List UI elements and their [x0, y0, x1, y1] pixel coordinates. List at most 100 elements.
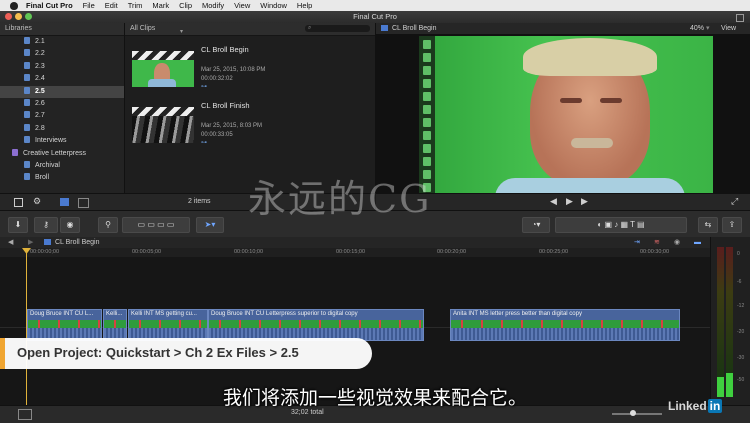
color-balance-button[interactable]: ◉	[60, 217, 80, 233]
clip-filter-menu[interactable]: All Clips	[130, 25, 155, 32]
library-item[interactable]: 2.2	[0, 48, 124, 60]
keyword-icon: ⊶	[201, 140, 207, 146]
clip-item-broll-finish[interactable]: CL Broll Finish Mar 25, 2015, 8:03 PM 00…	[132, 97, 372, 147]
zoom-slider-knob[interactable]	[630, 410, 636, 416]
menu-clip[interactable]: Clip	[179, 1, 192, 10]
timeline-clip[interactable]: Doug Bruce INT CU L...	[27, 309, 102, 341]
edit-tools-group[interactable]: ▭ ▭ ▭ ▭	[122, 217, 190, 233]
minimize-window-button[interactable]	[15, 13, 22, 20]
menu-edit[interactable]: Edit	[105, 1, 118, 10]
library-item-label: 2.6	[35, 99, 45, 107]
share-icon[interactable]: ⇪	[722, 217, 742, 233]
library-item[interactable]: Interviews	[0, 135, 124, 147]
back-arrow-icon[interactable]: ◀	[8, 237, 13, 248]
forward-arrow-icon[interactable]: ▶	[28, 237, 33, 248]
background-tasks-icon[interactable]: ⇆	[698, 217, 718, 233]
menu-window[interactable]: Window	[260, 1, 287, 10]
close-window-button[interactable]	[5, 13, 12, 20]
ruler-tick-label: 00:00:10;00	[234, 249, 264, 255]
clip-filmstrip	[104, 320, 126, 328]
viewer-header: CL Broll Begin 40% ▾ View	[376, 23, 750, 34]
library-item[interactable]: 2.6	[0, 98, 124, 110]
library-item[interactable]: Broll	[0, 172, 124, 184]
library-item[interactable]: 2.3	[0, 61, 124, 73]
previous-frame-icon[interactable]: ◀	[550, 196, 557, 207]
keyword-icon: ⊶	[201, 84, 207, 90]
menu-trim[interactable]: Trim	[128, 1, 143, 10]
media-browser-group[interactable]: ◐ ▣ ♪ ▦ T ▤	[555, 217, 687, 233]
brand-in-badge: in	[707, 399, 723, 413]
fullscreen-icon[interactable]	[736, 14, 744, 22]
library-icon[interactable]	[14, 198, 23, 207]
list-view-icon[interactable]	[78, 198, 89, 208]
menu-mark[interactable]: Mark	[152, 1, 169, 10]
select-tool-button[interactable]: ➤▾	[196, 217, 224, 233]
next-frame-icon[interactable]: ▶	[581, 196, 588, 207]
menu-help[interactable]: Help	[297, 1, 312, 10]
zoom-level[interactable]: 40%	[690, 23, 704, 34]
event-icon	[24, 86, 30, 94]
solo-icon[interactable]: ◉	[674, 237, 680, 248]
clip-appearance-icon[interactable]: ▬	[694, 237, 701, 248]
meter-scale-label: 0	[737, 251, 740, 257]
ruler-tick-label: 00:00:00;00	[30, 249, 60, 255]
meter-left	[717, 247, 724, 397]
menu-modify[interactable]: Modify	[202, 1, 224, 10]
audio-skimming-icon[interactable]: ≋	[654, 237, 660, 248]
play-icon[interactable]: ▶	[566, 196, 573, 207]
window-title-bar: Final Cut Pro	[0, 11, 750, 23]
library-item-label: 2.3	[35, 62, 45, 70]
timeline-clip[interactable]: Kelli INT MS getting cu...	[128, 309, 208, 341]
keyword-editor-button[interactable]: ⚷	[34, 217, 58, 233]
clip-duration: 00:00:33:05	[201, 132, 233, 138]
timeline-clip[interactable]: Doug Bruce INT CU Letterpress superior t…	[208, 309, 424, 341]
library-item-label: Broll	[35, 174, 50, 182]
timeline-clip-label: Anita INT MS letter press better than di…	[453, 311, 582, 317]
view-menu[interactable]: View	[721, 23, 736, 34]
fullscreen-playback-icon[interactable]: ⤢	[731, 196, 738, 207]
search-field[interactable]: ⌕	[305, 25, 370, 32]
apple-icon[interactable]	[10, 1, 18, 10]
menu-view[interactable]: View	[234, 1, 250, 10]
library-item[interactable]: 2.7	[0, 110, 124, 122]
gear-icon[interactable]: ⚙	[33, 196, 41, 207]
library-item[interactable]: 2.8	[0, 123, 124, 135]
retime-button[interactable]: ◔▾	[522, 217, 550, 233]
window-title: Final Cut Pro	[353, 12, 397, 21]
library-item[interactable]: 2.4	[0, 73, 124, 85]
filmstrip-view-icon[interactable]	[60, 198, 69, 206]
audio-meters: 0 -6 -12 -20 -30 -50	[710, 237, 750, 405]
clip-item-broll-begin[interactable]: CL Broll Begin Mar 25, 2015, 10:08 PM 00…	[132, 41, 372, 91]
library-item-label: Interviews	[35, 137, 67, 145]
timeline-index-icon[interactable]	[18, 409, 32, 420]
library-item[interactable]: 2.1	[0, 36, 124, 48]
viewer-panel: CL Broll Begin 40% ▾ View	[376, 23, 750, 194]
event-icon	[24, 37, 30, 44]
playhead[interactable]	[26, 248, 27, 405]
libraries-list: 2.1 2.2 2.3 2.4 2.5 2.6 2.7 2.8 Interviews Creati…	[0, 36, 124, 185]
clapper-icon	[132, 51, 194, 60]
filter-chevron-icon[interactable]: ▾	[180, 26, 183, 38]
library-item[interactable]: 2.5	[0, 85, 124, 98]
timeline-clip-label: Doug Bruce INT CU L...	[30, 311, 94, 317]
clip-icon	[381, 25, 388, 31]
library-item[interactable]: Creative Letterpress	[0, 148, 124, 160]
library-icon	[12, 148, 18, 156]
zoom-window-button[interactable]	[25, 13, 32, 20]
menu-bar: Final Cut Pro File Edit Trim Mark Clip M…	[0, 0, 750, 11]
audition-button[interactable]: ⚲	[98, 217, 118, 233]
library-item-label: 2.7	[35, 112, 45, 120]
zoom-chevron-icon[interactable]: ▾	[706, 23, 710, 34]
menu-file[interactable]: File	[83, 1, 95, 10]
library-item-label: Archival	[35, 161, 60, 169]
import-icon[interactable]: ⬇	[8, 217, 28, 233]
library-item[interactable]: Archival	[0, 160, 124, 172]
timeline-ruler[interactable]: 00:00:00;00 00:00:05;00 00:00:10;00 00:00:1…	[0, 248, 710, 257]
snapping-icon[interactable]: ⇥	[634, 237, 640, 248]
clip-waveform	[451, 328, 679, 340]
clip-filmstrip	[451, 320, 679, 328]
zoom-slider[interactable]	[612, 413, 662, 415]
timeline-clip[interactable]: Anita INT MS letter press better than di…	[450, 309, 680, 341]
timeline-clip[interactable]: Kelli...	[103, 309, 127, 341]
menu-app[interactable]: Final Cut Pro	[26, 1, 73, 10]
